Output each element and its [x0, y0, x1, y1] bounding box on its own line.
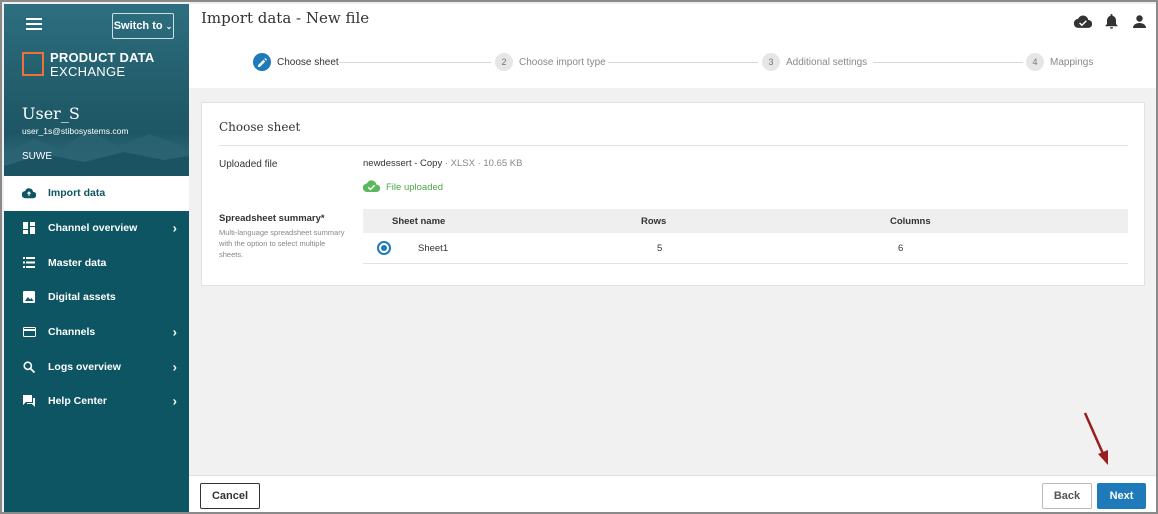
file-info: newdessert - Copy · XLSX · 10.65 KB [363, 158, 522, 169]
back-button[interactable]: Back [1042, 483, 1092, 509]
page-title: Import data - New file [201, 9, 370, 27]
sidebar-item-channels[interactable]: Channels › [4, 315, 189, 350]
sidebar-nav: Import data Channel overview › Master da… [4, 176, 189, 419]
image-icon [22, 290, 36, 304]
footer-bar: Cancel Back Next [189, 475, 1156, 512]
logo-line1: PRODUCT DATA [50, 50, 155, 65]
choose-sheet-card: Choose sheet Uploaded file newdessert - … [201, 102, 1145, 286]
mountain-background [4, 130, 189, 176]
card-title: Choose sheet [219, 120, 301, 134]
step-label: Mappings [1050, 56, 1094, 68]
cell-sheet-name: Sheet1 [418, 242, 449, 254]
step-connector [608, 62, 758, 63]
upload-status: File uploaded [362, 180, 444, 195]
header-rows: Rows [641, 215, 667, 227]
chevron-right-icon: › [172, 359, 177, 375]
list-icon [22, 256, 36, 270]
user-name: User_S [22, 104, 80, 123]
step-additional-settings: 3 Additional settings [762, 53, 867, 71]
chevron-down-icon: ⌄ [165, 21, 173, 31]
divider [219, 145, 1128, 146]
cell-columns: 6 [898, 242, 904, 254]
upload-status-text: File uploaded [386, 182, 444, 193]
sidebar-item-label: Import data [48, 187, 106, 200]
chevron-right-icon: › [172, 220, 177, 236]
sidebar-item-label: Logs overview [48, 360, 121, 373]
menu-icon[interactable] [26, 18, 42, 32]
step-number: 3 [762, 53, 780, 71]
card-icon [22, 325, 36, 339]
cloud-check-icon[interactable] [1074, 12, 1092, 30]
sidebar-item-label: Digital assets [48, 291, 116, 304]
step-label: Additional settings [786, 56, 868, 68]
sidebar-item-help-center[interactable]: Help Center › [4, 384, 189, 419]
sidebar-header: Switch to ⌄ PRODUCT DATA EXCHANGE User_S… [4, 4, 189, 176]
sidebar-item-channel-overview[interactable]: Channel overview › [4, 211, 189, 246]
sidebar-item-label: Channels [48, 326, 96, 339]
user-icon[interactable] [1130, 12, 1148, 30]
sidebar: Switch to ⌄ PRODUCT DATA EXCHANGE User_S… [4, 4, 189, 512]
table-header: Sheet name Rows Columns [363, 209, 1128, 233]
sidebar-item-import-data[interactable]: Import data [4, 176, 189, 211]
header-sheet-name: Sheet name [392, 215, 446, 227]
chat-icon [22, 394, 36, 408]
step-number: 4 [1026, 53, 1044, 71]
next-button[interactable]: Next [1097, 483, 1146, 509]
cloud-check-icon [362, 180, 381, 195]
stepper: Choose sheet 2 Choose import type 3 Addi… [253, 53, 1113, 73]
sidebar-item-label: Help Center [48, 395, 107, 408]
sidebar-item-master-data[interactable]: Master data [4, 245, 189, 280]
logo-line2: EXCHANGE [50, 64, 126, 79]
sidebar-item-label: Channel overview [48, 222, 138, 235]
user-org: SUWE [22, 151, 52, 162]
step-choose-sheet: Choose sheet [253, 53, 339, 71]
header-columns: Columns [890, 215, 931, 227]
switch-to-label: Switch to [113, 20, 163, 32]
dashboard-icon [22, 221, 36, 235]
sheet-table: Sheet name Rows Columns Sheet1 5 6 [363, 209, 1128, 264]
top-bar: Import data - New file Choose sheet 2 Ch… [189, 4, 1156, 88]
search-icon [22, 360, 36, 374]
spreadsheet-summary-help: Multi-language spreadsheet summary with … [219, 228, 345, 259]
spreadsheet-summary-label: Spreadsheet summary* [219, 213, 325, 224]
file-name: newdessert - Copy [363, 158, 443, 169]
step-connector [339, 62, 491, 63]
product-logo: PRODUCT DATA EXCHANGE [22, 51, 154, 78]
main-content: Import data - New file Choose sheet 2 Ch… [189, 4, 1156, 512]
step-number: 2 [495, 53, 513, 71]
pencil-icon [253, 53, 271, 71]
sheet-radio[interactable] [377, 241, 391, 255]
cell-rows: 5 [657, 242, 663, 254]
table-row[interactable]: Sheet1 5 6 [363, 233, 1128, 264]
annotation-arrow-icon [1083, 412, 1108, 465]
top-icons [1074, 12, 1148, 30]
step-label: Choose import type [519, 56, 606, 68]
bell-icon[interactable] [1102, 12, 1120, 30]
file-meta: · XLSX · 10.65 KB [442, 158, 523, 169]
logo-mark [22, 52, 44, 76]
app-window: Switch to ⌄ PRODUCT DATA EXCHANGE User_S… [0, 0, 1158, 514]
step-connector [873, 62, 1023, 63]
sidebar-item-digital-assets[interactable]: Digital assets [4, 280, 189, 315]
step-mappings: 4 Mappings [1026, 53, 1093, 71]
switch-to-button[interactable]: Switch to ⌄ [112, 13, 174, 39]
uploaded-file-label: Uploaded file [219, 159, 278, 170]
cloud-upload-icon [22, 186, 36, 200]
user-email: user_1s@stibosystems.com [22, 126, 129, 136]
step-choose-import-type: 2 Choose import type [495, 53, 606, 71]
step-label: Choose sheet [277, 56, 339, 68]
chevron-right-icon: › [172, 324, 177, 340]
sidebar-item-label: Master data [48, 256, 107, 269]
cancel-button[interactable]: Cancel [200, 483, 260, 509]
chevron-right-icon: › [172, 393, 177, 409]
sidebar-item-logs-overview[interactable]: Logs overview › [4, 349, 189, 384]
